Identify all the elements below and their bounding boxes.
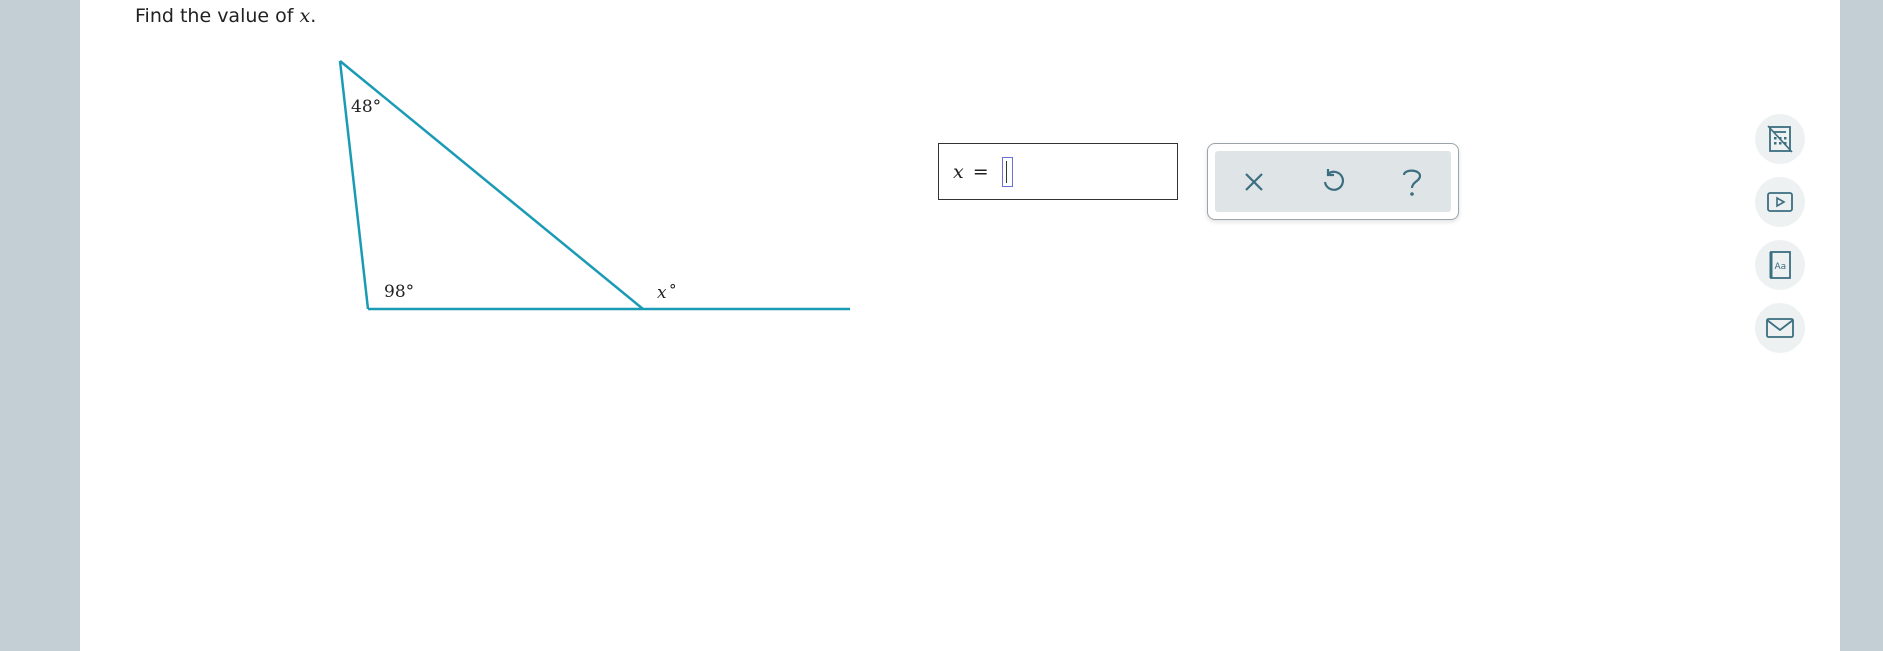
question-prompt: Find the value of x. — [135, 5, 316, 27]
prompt-variable: x — [299, 5, 311, 27]
answer-entry-slot[interactable] — [1001, 156, 1013, 187]
prompt-suffix: . — [310, 5, 317, 27]
video-button[interactable] — [1755, 177, 1805, 227]
answer-expression: x = — [953, 156, 1013, 187]
video-icon — [1767, 192, 1793, 212]
svg-text:Aa: Aa — [1775, 262, 1787, 272]
calculator-icon — [1767, 125, 1793, 153]
undo-icon — [1323, 168, 1344, 191]
glossary-button[interactable]: Aa — [1755, 240, 1805, 290]
calculator-button[interactable] — [1755, 114, 1805, 164]
clear-icon — [1245, 172, 1264, 191]
answer-variable: x — [953, 160, 964, 183]
help-button[interactable] — [1392, 162, 1432, 202]
message-icon — [1766, 318, 1794, 338]
page-content: Find the value of x. — [80, 0, 1840, 651]
answer-tools-bar — [1215, 151, 1451, 212]
glossary-icon: Aa — [1769, 251, 1791, 279]
answer-tools-panel — [1207, 143, 1459, 220]
undo-button[interactable] — [1313, 162, 1353, 202]
clear-button[interactable] — [1234, 162, 1274, 202]
message-button[interactable] — [1755, 303, 1805, 353]
prompt-prefix: Find the value of — [135, 5, 300, 27]
answer-equals: = — [972, 160, 989, 183]
answer-input-box[interactable]: x = — [938, 143, 1178, 200]
help-icon — [1402, 169, 1421, 196]
